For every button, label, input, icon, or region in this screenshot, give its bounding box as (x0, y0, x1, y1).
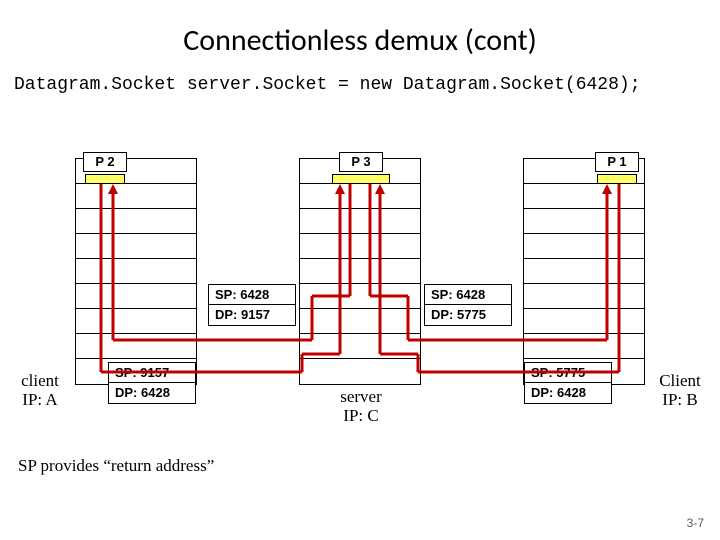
host-line1: client (21, 371, 59, 390)
packet-upper-right: SP: 6428 DP: 5775 (424, 284, 512, 326)
packet-dp: DP: 6428 (525, 383, 611, 403)
packet-dp: DP: 9157 (209, 305, 295, 325)
packet-sp: SP: 6428 (209, 285, 295, 305)
slide-title: Connectionless demux (cont) (0, 0, 720, 67)
process-p1: P 1 (595, 152, 639, 172)
packet-sp: SP: 5775 (525, 363, 611, 383)
code-line: Datagram.Socket server.Socket = new Data… (0, 67, 720, 95)
host-line2: IP: B (662, 390, 697, 409)
packet-dp: DP: 5775 (425, 305, 511, 325)
host-label-center: server IP: C (326, 388, 396, 425)
packet-sp: SP: 6428 (425, 285, 511, 305)
stack-server-c: P 3 (299, 158, 421, 385)
socket-p2 (85, 174, 125, 184)
socket-p1 (597, 174, 637, 184)
host-line2: IP: A (22, 390, 57, 409)
host-line2: IP: C (343, 406, 378, 425)
host-label-right: Client IP: B (650, 372, 710, 409)
slide-number: 3-7 (687, 516, 704, 530)
stack-client-a: P 2 (75, 158, 197, 385)
packet-dp: DP: 6428 (109, 383, 195, 403)
packet-upper-left: SP: 6428 DP: 9157 (208, 284, 296, 326)
socket-p3 (332, 174, 390, 184)
packet-lower-left: SP: 9157 DP: 6428 (108, 362, 196, 404)
packet-lower-right: SP: 5775 DP: 6428 (524, 362, 612, 404)
host-line1: server (340, 387, 382, 406)
host-line1: Client (659, 371, 701, 390)
stack-client-b: P 1 (523, 158, 645, 385)
process-p3: P 3 (339, 152, 383, 172)
packet-sp: SP: 9157 (109, 363, 195, 383)
footnote: SP provides “return address” (18, 456, 214, 476)
host-label-left: client IP: A (10, 372, 70, 409)
process-p2: P 2 (83, 152, 127, 172)
